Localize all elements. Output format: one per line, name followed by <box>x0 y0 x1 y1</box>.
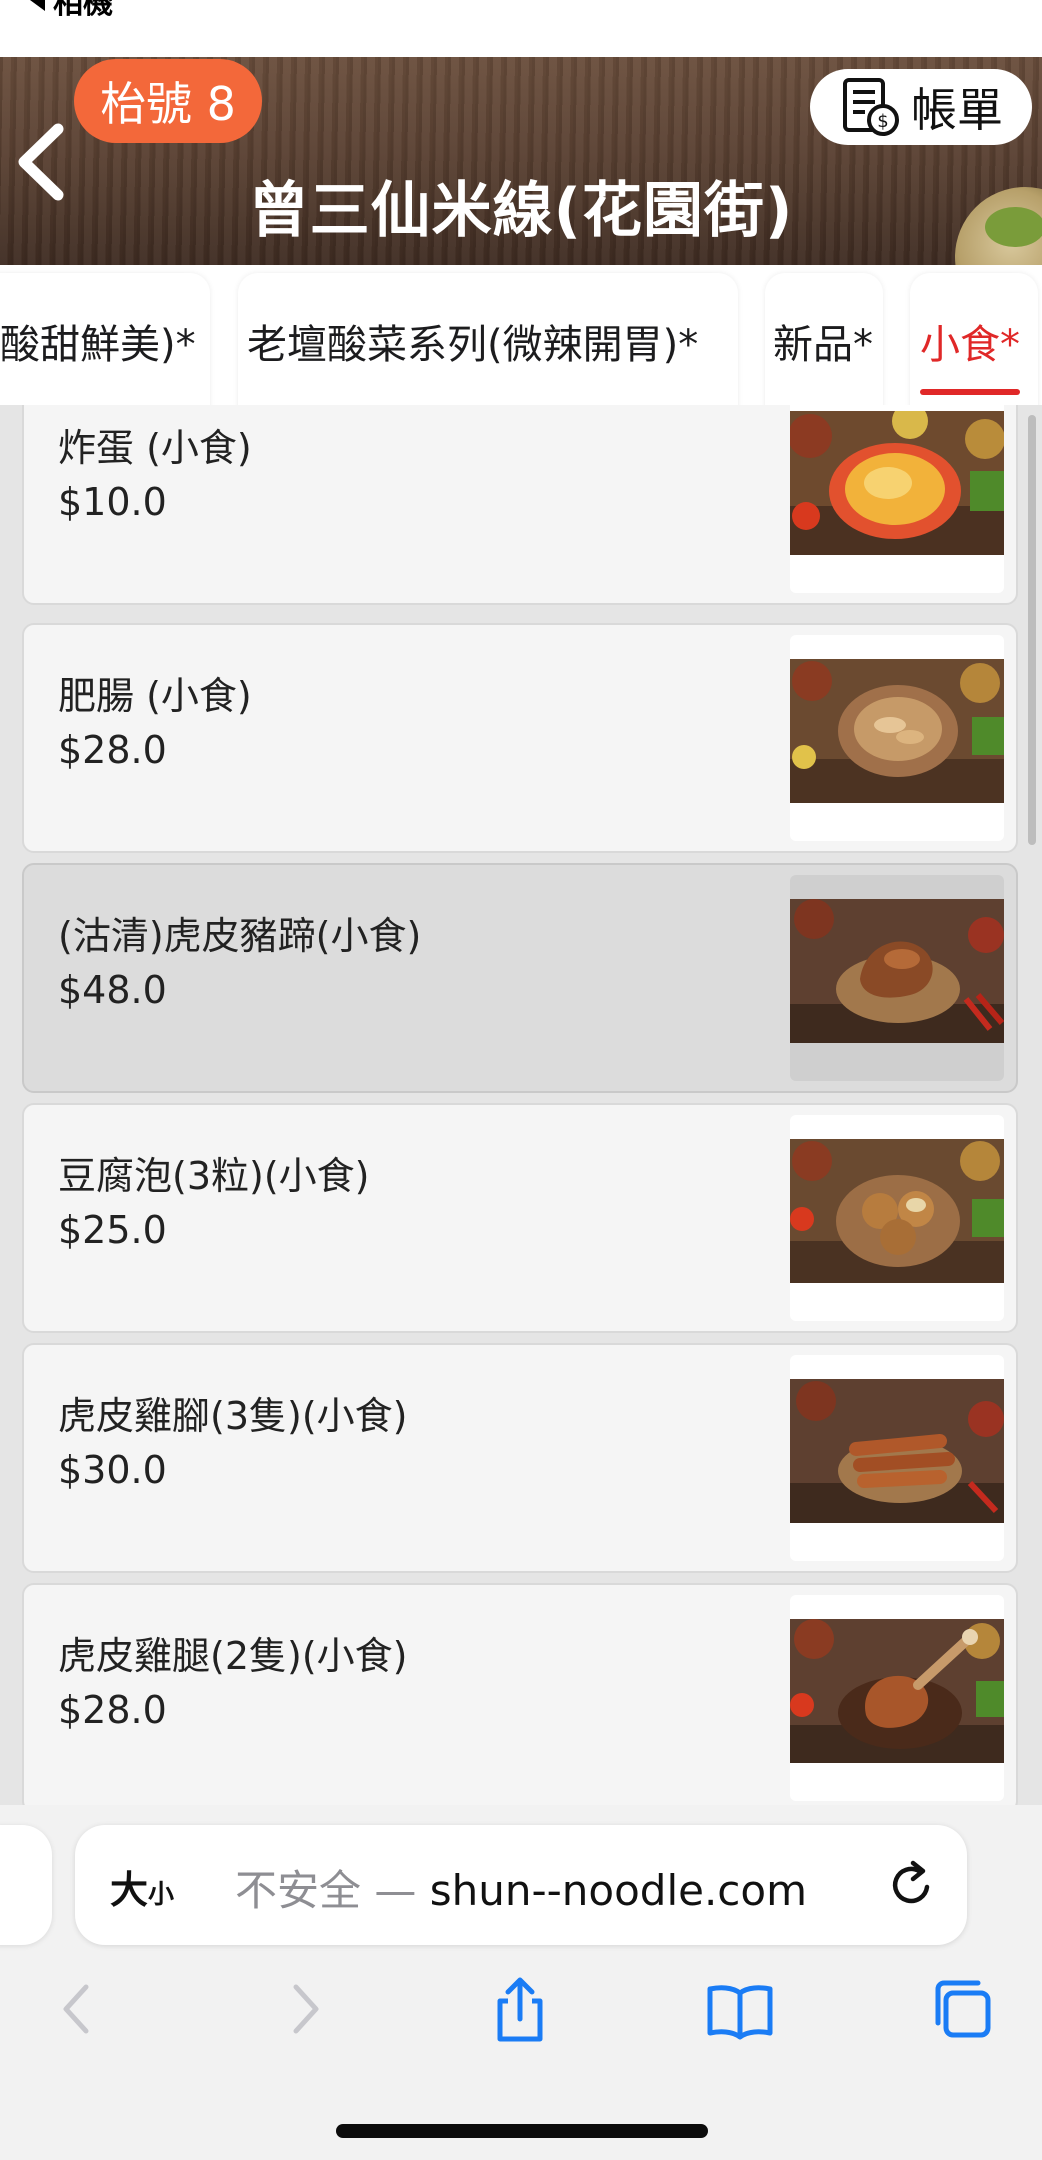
not-secure-label: 不安全 — <box>235 1866 417 1915</box>
domain-label: shun--noodle.com <box>429 1866 808 1915</box>
tofu-puff-photo <box>790 1139 1004 1283</box>
tab-snacks[interactable]: 小食* <box>920 295 1020 395</box>
item-image <box>790 635 1004 841</box>
bookmarks-icon[interactable] <box>704 1973 776 2045</box>
tab-label: 小食* <box>920 322 1020 368</box>
item-price: $25.0 <box>58 1208 167 1252</box>
list-scrollbar[interactable] <box>1028 415 1036 845</box>
bill-icon: $ <box>843 78 899 136</box>
item-price: $28.0 <box>58 1688 167 1732</box>
category-tabs: 酸甜鮮美)* 老壇酸菜系列(微辣開胃)* 新品* 小食* <box>0 265 1042 405</box>
header-food-garnish <box>985 207 1042 247</box>
pork-intestine-photo <box>790 659 1004 803</box>
chicken-leg-photo <box>790 1619 1004 1763</box>
item-image <box>790 875 1004 1081</box>
tab-sweet-sour[interactable]: 酸甜鮮美)* <box>0 295 196 395</box>
item-price: $10.0 <box>58 480 167 524</box>
address-bar[interactable]: 大小 不安全 — shun--noodle.com <box>75 1825 967 1945</box>
return-app-label: 相機 <box>53 0 113 21</box>
menu-item[interactable]: 肥腸 (小食) $28.0 <box>22 623 1018 853</box>
item-image <box>790 405 1004 593</box>
fried-egg-photo <box>790 411 1004 555</box>
table-number-text: 枱號 8 <box>100 77 236 131</box>
text-size-large: 大 <box>110 1868 149 1912</box>
previous-tab-pill[interactable] <box>0 1825 52 1945</box>
chicken-feet-photo <box>790 1379 1004 1523</box>
tab-pickled-cabbage[interactable]: 老壇酸菜系列(微辣開胃)* <box>247 295 698 395</box>
return-to-app[interactable]: 相機 <box>30 0 113 22</box>
text-size-small: 小 <box>148 1880 175 1910</box>
menu-item[interactable]: 虎皮雞腿(2隻)(小食) $28.0 <box>22 1583 1018 1805</box>
tab-new-items[interactable]: 新品* <box>773 295 873 395</box>
url-text: 不安全 — shun--noodle.com <box>235 1857 807 1918</box>
menu-item-sold-out[interactable]: (沽清)虎皮豬蹄(小食) $48.0 <box>22 863 1018 1093</box>
tabs-icon[interactable] <box>926 1973 998 2045</box>
tab-label: 酸甜鮮美)* <box>0 322 196 368</box>
menu-item[interactable]: 虎皮雞腳(3隻)(小食) $30.0 <box>22 1343 1018 1573</box>
browser-bottom-bar: 大小 不安全 — shun--noodle.com <box>0 1805 1042 2160</box>
item-name: (沽清)虎皮豬蹄(小食) <box>58 914 422 958</box>
item-name: 虎皮雞腿(2隻)(小食) <box>58 1634 408 1678</box>
bill-button[interactable]: $ 帳單 <box>810 69 1032 145</box>
bill-label: 帳單 <box>911 83 1003 137</box>
item-image <box>790 1115 1004 1321</box>
item-price: $30.0 <box>58 1448 167 1492</box>
back-triangle-icon <box>30 0 45 11</box>
item-price: $48.0 <box>58 968 167 1012</box>
table-number-badge: 枱號 8 <box>74 59 262 143</box>
menu-item[interactable]: 炸蛋 (小食) $10.0 <box>22 405 1018 605</box>
share-icon[interactable] <box>484 1973 556 2045</box>
item-name: 炸蛋 (小食) <box>58 426 252 470</box>
status-bar: 相機 <box>0 0 1042 57</box>
item-name: 虎皮雞腳(3隻)(小食) <box>58 1394 408 1438</box>
tab-label: 老壇酸菜系列(微辣開胃)* <box>247 322 699 368</box>
store-title: 曾三仙米線(花園街) <box>248 176 794 246</box>
item-image <box>790 1595 1004 1801</box>
menu-list[interactable]: 炸蛋 (小食) $10.0 肥腸 (小食) $28.0 (沽清)虎皮豬蹄(小食)… <box>0 405 1042 1805</box>
item-name: 豆腐泡(3粒)(小食) <box>58 1154 370 1198</box>
menu-item[interactable]: 豆腐泡(3粒)(小食) $25.0 <box>22 1103 1018 1333</box>
pork-trotter-photo <box>790 899 1004 1043</box>
svg-text:$: $ <box>877 111 888 132</box>
reload-icon[interactable] <box>883 1857 939 1913</box>
active-tab-underline <box>920 389 1020 395</box>
item-price: $28.0 <box>58 728 167 772</box>
tab-label: 新品* <box>773 322 873 368</box>
item-name: 肥腸 (小食) <box>58 674 252 718</box>
home-indicator[interactable] <box>336 2124 708 2138</box>
item-image <box>790 1355 1004 1561</box>
restaurant-header: 枱號 8 $ 帳單 曾三仙米線(花園街) <box>0 57 1042 265</box>
browser-back-icon[interactable] <box>42 1973 114 2045</box>
browser-forward-icon[interactable] <box>268 1973 340 2045</box>
text-size-button[interactable]: 大小 <box>110 1859 174 1914</box>
